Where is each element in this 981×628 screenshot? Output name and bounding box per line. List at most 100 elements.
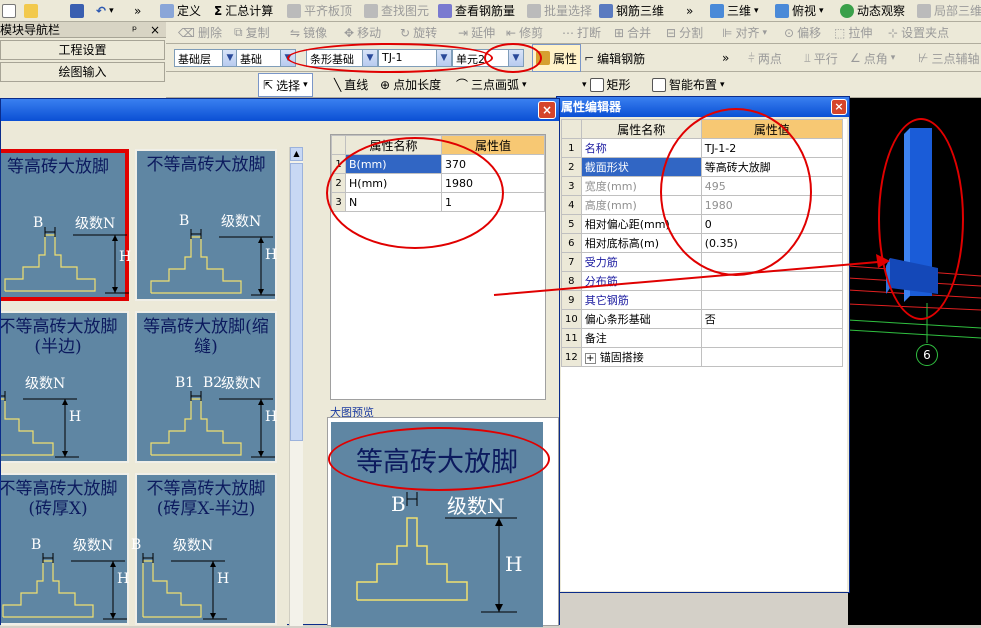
- prop-value[interactable]: 否: [700, 309, 844, 329]
- shape-tile[interactable]: 不等高砖大放脚 B 级数N H: [135, 149, 277, 301]
- batch-select-button[interactable]: 批量选择: [527, 0, 592, 21]
- copy-button[interactable]: ⧉ 复制: [234, 22, 270, 43]
- three-point-aux-button[interactable]: ⊬ 三点辅轴: [918, 44, 979, 72]
- shape-tile[interactable]: 等高砖大放脚 B 级数N H: [1, 149, 131, 301]
- prop-name: 受力筋: [580, 252, 702, 272]
- shape-tile-title: 等高砖大放脚: [7, 157, 109, 177]
- sum-calc-button[interactable]: Σ 汇总计算: [214, 0, 273, 21]
- split-button[interactable]: ⊟ 分割: [666, 22, 703, 43]
- scroll-thumb[interactable]: [290, 163, 303, 441]
- top-view-icon: [775, 3, 789, 18]
- save-button[interactable]: [70, 0, 84, 21]
- pin-icon[interactable]: ᵖ: [132, 22, 137, 38]
- table-row[interactable]: 10 偏心条形基础否: [561, 309, 844, 329]
- rect-button[interactable]: ▾ 矩形: [582, 72, 631, 97]
- mirror-icon: ⇋: [290, 25, 301, 40]
- toolbar1-more[interactable]: »: [134, 0, 141, 21]
- extend-button[interactable]: ⇥ 延伸: [458, 22, 495, 43]
- chevron-down-icon: ▼: [222, 50, 237, 66]
- set-point-button[interactable]: ⊹ 设置夹点: [888, 22, 949, 43]
- layer-select[interactable]: 基础层 ▼: [174, 49, 238, 67]
- prop-name: 分布筋: [580, 271, 702, 291]
- shape-tile-b-label: B1: [175, 375, 195, 391]
- toolbar1-more2[interactable]: »: [686, 0, 693, 21]
- stretch-button[interactable]: ⬚ 拉伸: [834, 22, 872, 43]
- find-element-button[interactable]: 查找图元: [364, 0, 429, 21]
- align-icon: ⊫: [722, 25, 733, 40]
- offset-button[interactable]: ⊙ 偏移: [784, 22, 821, 43]
- top-view-button[interactable]: 俯视 ▾: [775, 0, 824, 21]
- point-length-button[interactable]: ⊕ 点加长度: [380, 72, 441, 97]
- project-settings-tab[interactable]: 工程设置: [0, 40, 165, 60]
- undo-button[interactable]: ↶ ▾: [96, 0, 114, 21]
- prop-value[interactable]: [700, 290, 844, 310]
- drawing-input-tab[interactable]: 绘图输入: [0, 62, 165, 82]
- rebar-3d-button[interactable]: 钢筋三维: [599, 0, 664, 21]
- parallel-button[interactable]: ⫫ 平行: [804, 44, 838, 72]
- prop-name: 备注: [580, 328, 702, 348]
- move-icon: ✥: [344, 25, 355, 40]
- merge-button[interactable]: ⊞ 合并: [614, 22, 651, 43]
- scroll-up-icon[interactable]: ▲: [290, 147, 303, 161]
- new-file-button[interactable]: [2, 0, 16, 21]
- shape-tile[interactable]: 等高砖大放脚(缩缝) B1 B2 级数N H: [135, 311, 277, 463]
- arc-button[interactable]: ⌒ 三点画弧 ▾: [456, 72, 527, 97]
- rotate-icon: ↻: [400, 25, 411, 40]
- break-icon: ⋯: [562, 25, 574, 40]
- local-3d-icon: [917, 3, 931, 18]
- table-row[interactable]: 9 其它钢筋: [561, 290, 844, 310]
- delete-button[interactable]: ⌫ 删除: [178, 22, 222, 43]
- prop-value[interactable]: [700, 347, 844, 367]
- shape-dialog-titlebar[interactable]: [1, 99, 559, 121]
- property-editor-titlebar[interactable]: 属性编辑器: [557, 97, 849, 117]
- close-icon[interactable]: ×: [538, 101, 556, 119]
- shape-tile-n-label: 级数N: [221, 376, 262, 392]
- close-icon[interactable]: ×: [150, 22, 160, 38]
- shape-tile[interactable]: 不等高砖大放脚(砖厚X) B 级数N H: [1, 473, 129, 625]
- point-angle-button[interactable]: ∠ 点角 ▾: [850, 44, 895, 72]
- local-3d-button[interactable]: 局部三维: [917, 0, 981, 21]
- define-icon: [160, 3, 174, 18]
- shape-tile-n-label: 级数N: [25, 376, 66, 392]
- table-row[interactable]: 8 分布筋: [561, 271, 844, 291]
- shape-tile-b-label: B: [33, 215, 44, 231]
- shape-tile[interactable]: 不等高砖大放脚(半边) B 级数N H: [1, 311, 129, 463]
- define-button[interactable]: 定义: [160, 0, 201, 21]
- break-button[interactable]: ⋯ 打断: [562, 22, 601, 43]
- expand-icon[interactable]: +: [584, 353, 596, 364]
- table-row[interactable]: 12 + 锚固搭接: [561, 347, 844, 367]
- smart-layout-button[interactable]: 智能布置 ▾: [652, 72, 725, 97]
- shape-tile-title: 不等高砖大放脚(砖厚X): [1, 479, 118, 519]
- edit-rebar-button[interactable]: ⌐ 编辑钢筋: [584, 44, 645, 72]
- prop-value[interactable]: [700, 328, 844, 348]
- axis-marker[interactable]: 6: [916, 344, 938, 366]
- open-file-button[interactable]: [24, 0, 38, 21]
- mirror-button[interactable]: ⇋ 镜像: [290, 22, 327, 43]
- toolbar3-more[interactable]: »: [722, 44, 729, 72]
- table-row[interactable]: 11 备注: [561, 328, 844, 348]
- view-rebar-qty-button[interactable]: 查看钢筋量: [438, 0, 515, 21]
- undo-icon: ↶: [96, 3, 107, 18]
- shape-tile-h-label: H: [265, 247, 278, 263]
- align-button[interactable]: ⊫ 对齐 ▾: [722, 22, 767, 43]
- dynamic-view-button[interactable]: 动态观察: [840, 0, 905, 21]
- select-button[interactable]: ⇱ 选择 ▾: [258, 73, 313, 97]
- view-3d-button[interactable]: 三维 ▾: [710, 0, 759, 21]
- axis-label: 6: [923, 348, 931, 362]
- annotation-ellipse-param: [326, 137, 504, 249]
- prop-header-corner: [561, 119, 582, 139]
- prop-name: 偏心条形基础: [580, 309, 702, 329]
- rotate-button[interactable]: ↻ 旋转: [400, 22, 437, 43]
- shape-tile[interactable]: 不等高砖大放脚(砖厚X-半边) B 级数N H: [131, 473, 277, 625]
- flat-board-button[interactable]: 平齐板顶: [287, 0, 352, 21]
- shape-tile-n-label: 级数N: [73, 538, 114, 554]
- move-button[interactable]: ✥ 移动: [344, 22, 381, 43]
- line-button[interactable]: ╲ 直线: [334, 72, 368, 97]
- rect-icon: [589, 77, 604, 92]
- trim-button[interactable]: ⇤ 修剪: [506, 22, 543, 43]
- shape-tile-b-label: B: [31, 537, 42, 553]
- close-icon[interactable]: ×: [831, 99, 847, 115]
- two-points-button[interactable]: ⫩ 两点: [748, 44, 782, 72]
- annotation-ellipse-unit: [484, 43, 542, 73]
- tile-scrollbar[interactable]: ▲: [289, 147, 303, 626]
